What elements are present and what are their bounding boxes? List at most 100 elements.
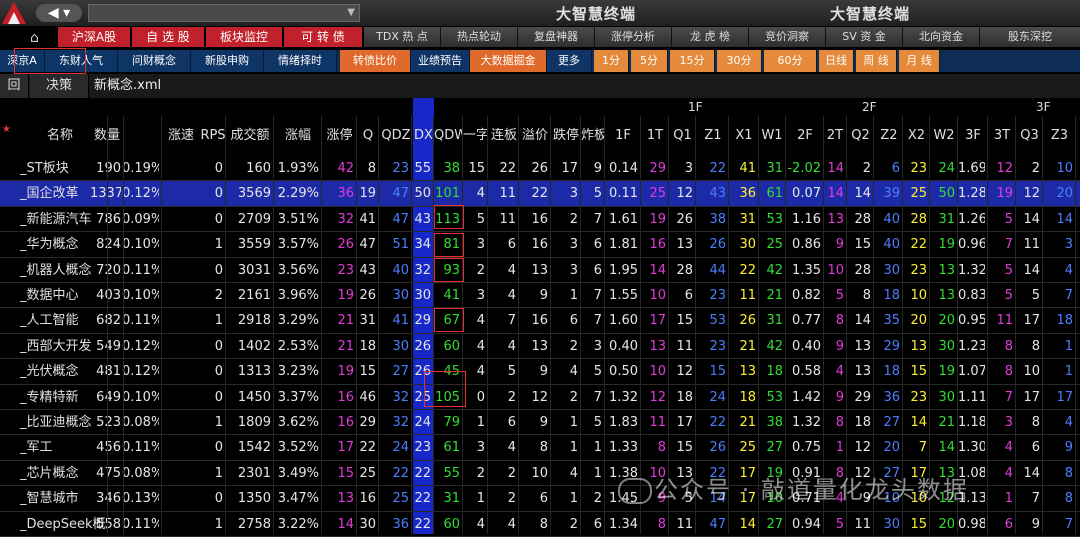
col-header-8[interactable]: QDZ	[380, 116, 412, 156]
tab-sv-funds[interactable]: SV 资 金	[826, 27, 903, 47]
table-row[interactable]: _华为概念8240.10%135593.57%26475134813616361…	[0, 232, 1080, 257]
tab-watchlist[interactable]: 自 选 股	[132, 27, 204, 47]
tab-shareholder[interactable]: 股东深挖	[980, 27, 1080, 47]
table-row[interactable]: _数据中心4030.10%221613.96%1926303041349171.…	[0, 283, 1080, 308]
cell-1T: 8	[657, 440, 666, 456]
col-header-3[interactable]: RPS	[200, 116, 226, 156]
tab-more[interactable]: 更多	[547, 50, 592, 72]
cell-Q2: 18	[854, 415, 871, 430]
col-header-13[interactable]: 溢价	[519, 116, 551, 156]
cell-W1: 21	[766, 288, 783, 303]
tab-limit-up[interactable]: 涨停分析	[595, 27, 672, 47]
table-row[interactable]: _机器人概念7200.11%030313.56%2343403293241336…	[0, 258, 1080, 283]
tab-ipo[interactable]: 新股申购	[191, 50, 264, 72]
table-row[interactable]: _DeepSeek概念5580.11%127583.22%14303622604…	[0, 512, 1080, 537]
cell-X1: 25	[739, 440, 756, 456]
tab-sector-monitor[interactable]: 板块监控	[206, 27, 282, 47]
period-5min[interactable]: 5分	[631, 50, 668, 72]
col-header-29[interactable]: 3T	[988, 116, 1016, 156]
col-header-28[interactable]: 3F	[958, 116, 988, 156]
tab-sentiment[interactable]: 情绪择时	[264, 50, 337, 72]
tab-convertible[interactable]: 可 转 债	[284, 27, 362, 47]
address-input[interactable]: ▼	[88, 4, 360, 22]
col-header-4[interactable]: 成交额	[226, 116, 274, 156]
tab-auction[interactable]: 竞价洞察	[749, 27, 826, 47]
window-title: 大智慧终端	[556, 5, 637, 23]
cell-Q1: 18	[676, 389, 693, 405]
cell-Q: 18	[359, 338, 376, 354]
col-header-14[interactable]: 跌停	[551, 116, 581, 156]
col-header-6[interactable]: 涨停	[322, 116, 357, 156]
cell-Q2: 13	[854, 364, 871, 380]
col-header-26[interactable]: X2	[903, 116, 930, 156]
table-row[interactable]: _国企改革13370.12%035692.29%3619475010141122…	[0, 181, 1080, 207]
tab-review[interactable]: 复盘神器	[518, 27, 595, 47]
col-header-21[interactable]: W1	[758, 116, 786, 156]
tab-hot-rotation[interactable]: 热点轮动	[441, 27, 518, 47]
table-row[interactable]: _比亚迪概念5230.08%118093.62%1629322479169151…	[0, 410, 1080, 435]
cell-X1: 41	[739, 161, 756, 176]
cell-涨幅: 3.51%	[277, 211, 319, 227]
table-row[interactable]: _新能源汽车7860.09%027093.51%3241474311351116…	[0, 207, 1080, 232]
col-header-15[interactable]: 炸板	[581, 116, 605, 156]
table-row[interactable]: _ST板块1900.19%01601.93%428235538152226179…	[0, 156, 1080, 181]
col-header-30[interactable]: Q3	[1016, 116, 1043, 156]
tab-tdx-hot[interactable]: TDX 热 点	[364, 27, 441, 47]
cell-DX: 22	[414, 516, 431, 532]
tab-northbound[interactable]: 北向资金	[903, 27, 980, 47]
period-1min[interactable]: 1分	[594, 50, 629, 72]
period-month[interactable]: 月 线	[899, 50, 940, 72]
col-header-7[interactable]: Q	[357, 116, 379, 156]
col-header-20[interactable]: X1	[729, 116, 759, 156]
period-30min[interactable]: 30分	[717, 50, 762, 72]
cell-1T: 8	[657, 516, 666, 532]
col-header-23[interactable]: 2T	[823, 116, 847, 156]
col-header-12[interactable]: 连板	[489, 116, 519, 156]
col-header-2[interactable]: 涨速	[160, 116, 202, 156]
col-header-9[interactable]: DX	[413, 116, 434, 156]
back-forward-button[interactable]: ◀ ▾	[36, 4, 82, 22]
col-header-22[interactable]: 2F	[786, 116, 824, 156]
col-header-27[interactable]: W2	[930, 116, 958, 156]
cell-1F: 1.61	[609, 211, 638, 227]
period-week[interactable]: 周 线	[856, 50, 897, 72]
table-row[interactable]: _光伏概念4810.12%013133.23%1915272645459450.…	[0, 359, 1080, 384]
col-header-16[interactable]: 1F	[605, 116, 641, 156]
table-row[interactable]: _西部大开发5490.12%014022.53%2118302660441323…	[0, 334, 1080, 359]
cell-X1: 36	[739, 186, 756, 202]
col-header-11[interactable]: 一字	[463, 116, 488, 156]
tab-hs-a[interactable]: 沪深A股	[58, 27, 130, 47]
col-header-24[interactable]: Q2	[847, 116, 874, 156]
cell-Z2: 27	[883, 415, 900, 430]
decision-button[interactable]: 决策	[30, 74, 89, 98]
period-day[interactable]: 日线	[819, 50, 854, 72]
period-15min[interactable]: 15分	[670, 50, 715, 72]
col-header-10[interactable]: QDW	[434, 116, 463, 156]
table-row[interactable]: _人工智能6820.11%129183.29%21314129674716671…	[0, 308, 1080, 333]
cell-涨速: 0.11%	[122, 262, 159, 278]
table-row[interactable]: _军工4560.11%015423.52%1722242361348111.33…	[0, 435, 1080, 460]
col-header-17[interactable]: 1T	[641, 116, 669, 156]
cell-一字: 4	[476, 364, 485, 380]
cell-W1: 61	[766, 186, 783, 202]
cell-炸板: 6	[593, 516, 602, 532]
table-row[interactable]: _专精特新6490.10%014503.37%16463225105021227…	[0, 385, 1080, 410]
cell-成交额: 3031	[237, 262, 271, 278]
tab-bigdata[interactable]: 大数据掘金	[470, 50, 547, 72]
period-60min[interactable]: 60分	[764, 50, 817, 72]
tab-bond-compare[interactable]: 转债比价	[340, 50, 411, 72]
col-header-18[interactable]: Q1	[669, 116, 696, 156]
cell-涨停: 42	[337, 161, 354, 176]
tab-dragon-tiger[interactable]: 龙 虎 榜	[672, 27, 749, 47]
col-header-5[interactable]: 涨幅	[274, 116, 322, 156]
cell-连板: 4	[507, 262, 516, 278]
cell-1T: 17	[649, 313, 666, 329]
col-header-19[interactable]: Z1	[697, 116, 729, 156]
sub-toolbar: 深京A 东财人气 问财概念 新股申购 情绪择时 转债比价 业绩预告 大数据掘金 …	[0, 50, 1080, 72]
col-header-25[interactable]: Z2	[875, 116, 903, 156]
tab-concept[interactable]: 问财概念	[118, 50, 191, 72]
tab-earnings[interactable]: 业绩预告	[411, 50, 470, 72]
col-header-0[interactable]: 名称	[30, 116, 90, 156]
col-header-31[interactable]: Z3	[1043, 116, 1076, 156]
back-button[interactable]: 回	[0, 74, 29, 98]
